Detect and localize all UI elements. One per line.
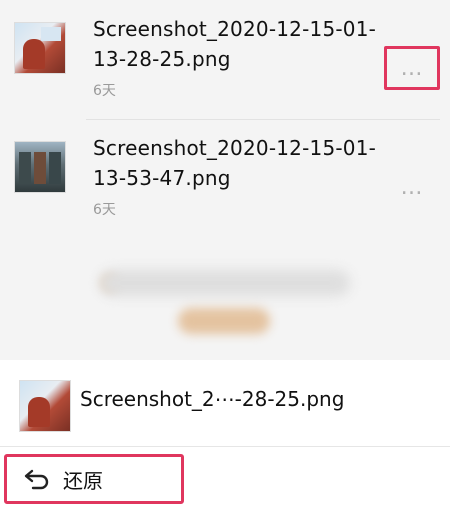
action-sheet: Screenshot_2⋯-28-25.png 还原 bbox=[0, 360, 450, 507]
file-name-line1: Screenshot_2020-12-15-01- bbox=[93, 136, 377, 160]
sheet-file-header: Screenshot_2⋯-28-25.png bbox=[0, 360, 450, 446]
file-row[interactable]: Screenshot_2020-12-15-01- 13-28-25.png 6… bbox=[0, 0, 450, 120]
file-list-dimmed: Screenshot_2020-12-15-01- 13-28-25.png 6… bbox=[0, 0, 450, 360]
file-thumbnail bbox=[14, 141, 66, 193]
file-age: 6天 bbox=[93, 202, 116, 218]
file-name-line2: 13-53-47.png bbox=[93, 166, 231, 190]
sheet-file-thumbnail bbox=[19, 380, 71, 432]
restore-label: 还原 bbox=[63, 468, 103, 493]
file-thumbnail bbox=[14, 22, 66, 74]
undo-arrow-icon bbox=[23, 468, 49, 490]
sheet-file-name: Screenshot_2⋯-28-25.png bbox=[80, 387, 345, 411]
file-name-line2: 13-28-25.png bbox=[93, 47, 231, 71]
file-age: 6天 bbox=[93, 83, 116, 99]
more-options-button[interactable]: … bbox=[384, 165, 440, 209]
more-options-button[interactable]: … bbox=[384, 46, 440, 90]
sheet-divider bbox=[0, 446, 450, 447]
file-name: Screenshot_2020-12-15-01- 13-53-47.png bbox=[93, 133, 393, 193]
file-row[interactable]: Screenshot_2020-12-15-01- 13-53-47.png 6… bbox=[0, 119, 450, 239]
restore-button[interactable]: 还原 bbox=[4, 454, 184, 504]
blurred-text bbox=[100, 270, 350, 296]
blurred-button bbox=[178, 308, 270, 334]
file-name: Screenshot_2020-12-15-01- 13-28-25.png bbox=[93, 14, 393, 74]
more-icon: … bbox=[400, 55, 424, 81]
file-name-line1: Screenshot_2020-12-15-01- bbox=[93, 17, 377, 41]
more-icon: … bbox=[400, 174, 424, 200]
